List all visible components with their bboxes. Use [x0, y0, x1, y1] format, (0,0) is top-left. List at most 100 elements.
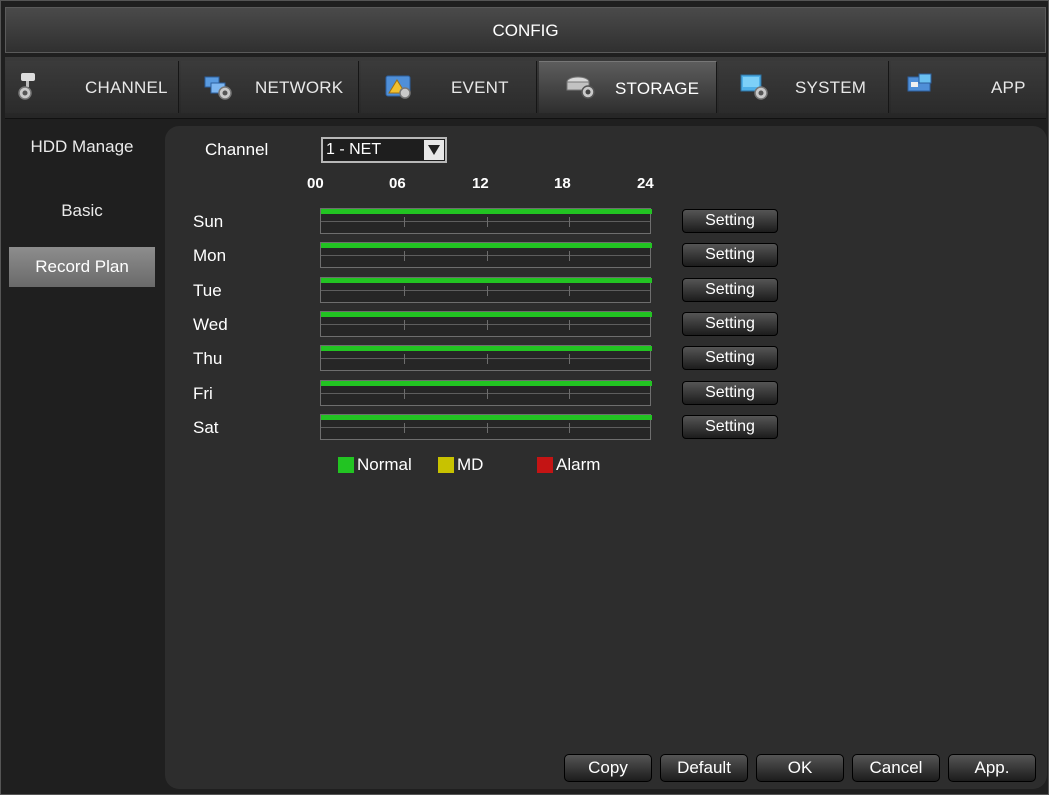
- legend-md-label: MD: [457, 455, 484, 474]
- timeline-tick: [569, 354, 570, 364]
- timeline-midline: [321, 324, 650, 325]
- sidebar-item-label: Record Plan: [35, 257, 129, 276]
- timeline-tick: [569, 423, 570, 433]
- normal-record-bar: [321, 381, 652, 386]
- timeline-tick: [487, 354, 488, 364]
- setting-button-tue[interactable]: Setting: [682, 278, 778, 302]
- title-bar: CONFIG: [5, 7, 1046, 53]
- sidebar-item-record-plan[interactable]: Record Plan: [9, 247, 155, 287]
- sidebar-item-label: HDD Manage: [30, 137, 134, 156]
- hour-label: 18: [554, 175, 571, 192]
- day-label-fri: Fri: [193, 384, 213, 403]
- legend-md-swatch: [438, 457, 454, 473]
- network-icon: [204, 76, 232, 100]
- tab-system[interactable]: SYSTEM: [719, 61, 889, 113]
- normal-record-bar: [321, 346, 652, 351]
- setting-button-wed[interactable]: Setting: [682, 312, 778, 336]
- setting-button-sun[interactable]: Setting: [682, 209, 778, 233]
- channel-value: 1 - NET: [326, 141, 382, 158]
- apply-button[interactable]: App.: [948, 754, 1036, 782]
- hour-label: 00: [307, 175, 324, 192]
- tab-label: APP: [991, 78, 1026, 97]
- cancel-button[interactable]: Cancel: [852, 754, 940, 782]
- timeline-tick: [487, 217, 488, 227]
- ok-button[interactable]: OK: [756, 754, 844, 782]
- tab-event[interactable]: EVENT: [361, 61, 537, 113]
- timeline-tick: [404, 286, 405, 296]
- hour-label: 24: [637, 175, 654, 192]
- setting-button-fri[interactable]: Setting: [682, 381, 778, 405]
- timeline-tick: [487, 389, 488, 399]
- timeline-midline: [321, 393, 650, 394]
- timeline-mon[interactable]: [320, 242, 652, 268]
- timeline-tick: [404, 217, 405, 227]
- legend-normal-label: Normal: [357, 455, 412, 474]
- timeline-midline: [321, 290, 650, 291]
- copy-button[interactable]: Copy: [564, 754, 652, 782]
- normal-record-bar: [321, 312, 652, 317]
- tab-bar: CHANNEL NETWORK EVENT STORAGE SYSTEM APP: [5, 57, 1046, 119]
- timeline-sun[interactable]: [320, 208, 652, 234]
- normal-record-bar: [321, 243, 652, 248]
- timeline-tick: [487, 286, 488, 296]
- setting-button-mon[interactable]: Setting: [682, 243, 778, 267]
- timeline-midline: [321, 427, 650, 428]
- normal-record-bar: [321, 278, 652, 283]
- timeline-sat[interactable]: [320, 414, 652, 440]
- timeline-tick: [569, 389, 570, 399]
- timeline-tick: [404, 251, 405, 261]
- tab-network[interactable]: NETWORK: [181, 61, 359, 113]
- timeline-tick: [404, 423, 405, 433]
- legend-alarm-swatch: [537, 457, 553, 473]
- tab-channel[interactable]: CHANNEL: [5, 61, 179, 113]
- timeline-tick: [404, 320, 405, 330]
- tab-label: STORAGE: [615, 79, 700, 98]
- timeline-fri[interactable]: [320, 380, 652, 406]
- hour-label: 06: [389, 175, 406, 192]
- tab-label: CHANNEL: [85, 78, 168, 97]
- timeline-tick: [569, 286, 570, 296]
- timeline-tick: [404, 354, 405, 364]
- timeline-midline: [321, 221, 650, 222]
- channel-select[interactable]: 1 - NET: [321, 137, 447, 163]
- setting-button-sat[interactable]: Setting: [682, 415, 778, 439]
- timeline-tue[interactable]: [320, 277, 652, 303]
- legend-alarm-label: Alarm: [556, 455, 601, 474]
- system-icon: [740, 74, 768, 100]
- day-label-tue: Tue: [193, 281, 222, 300]
- storage-icon: [566, 76, 595, 99]
- tab-label: NETWORK: [255, 78, 344, 97]
- timeline-tick: [569, 217, 570, 227]
- config-window: CONFIG CHANNEL NETWORK EVENT STORAGE SYS…: [0, 0, 1049, 795]
- timeline-tick: [487, 423, 488, 433]
- channel-camera-icon: [18, 73, 35, 100]
- default-button[interactable]: Default: [660, 754, 748, 782]
- channel-label: Channel: [205, 140, 269, 159]
- timeline-midline: [321, 255, 650, 256]
- day-label-sun: Sun: [193, 212, 224, 231]
- setting-button-thu[interactable]: Setting: [682, 346, 778, 370]
- normal-record-bar: [321, 415, 652, 420]
- day-label-thu: Thu: [193, 349, 223, 368]
- sidebar-item-hdd-manage[interactable]: HDD Manage: [9, 127, 155, 167]
- hour-label: 12: [472, 175, 489, 192]
- timeline-tick: [487, 251, 488, 261]
- app-icon: [907, 73, 932, 92]
- legend-normal-swatch: [338, 457, 354, 473]
- tab-storage[interactable]: STORAGE: [539, 61, 717, 113]
- day-label-sat: Sat: [193, 418, 219, 437]
- normal-record-bar: [321, 209, 652, 214]
- sidebar-item-label: Basic: [61, 201, 103, 220]
- day-label-mon: Mon: [193, 246, 227, 265]
- timeline-tick: [569, 251, 570, 261]
- timeline-tick: [569, 320, 570, 330]
- day-label-wed: Wed: [193, 315, 228, 334]
- chevron-down-icon: [424, 140, 444, 160]
- timeline-wed[interactable]: [320, 311, 652, 337]
- timeline-tick: [487, 320, 488, 330]
- timeline-thu[interactable]: [320, 345, 652, 371]
- tab-label: SYSTEM: [795, 78, 867, 97]
- tab-app[interactable]: APP: [891, 61, 1046, 113]
- timeline-midline: [321, 358, 650, 359]
- sidebar-item-basic[interactable]: Basic: [9, 191, 155, 231]
